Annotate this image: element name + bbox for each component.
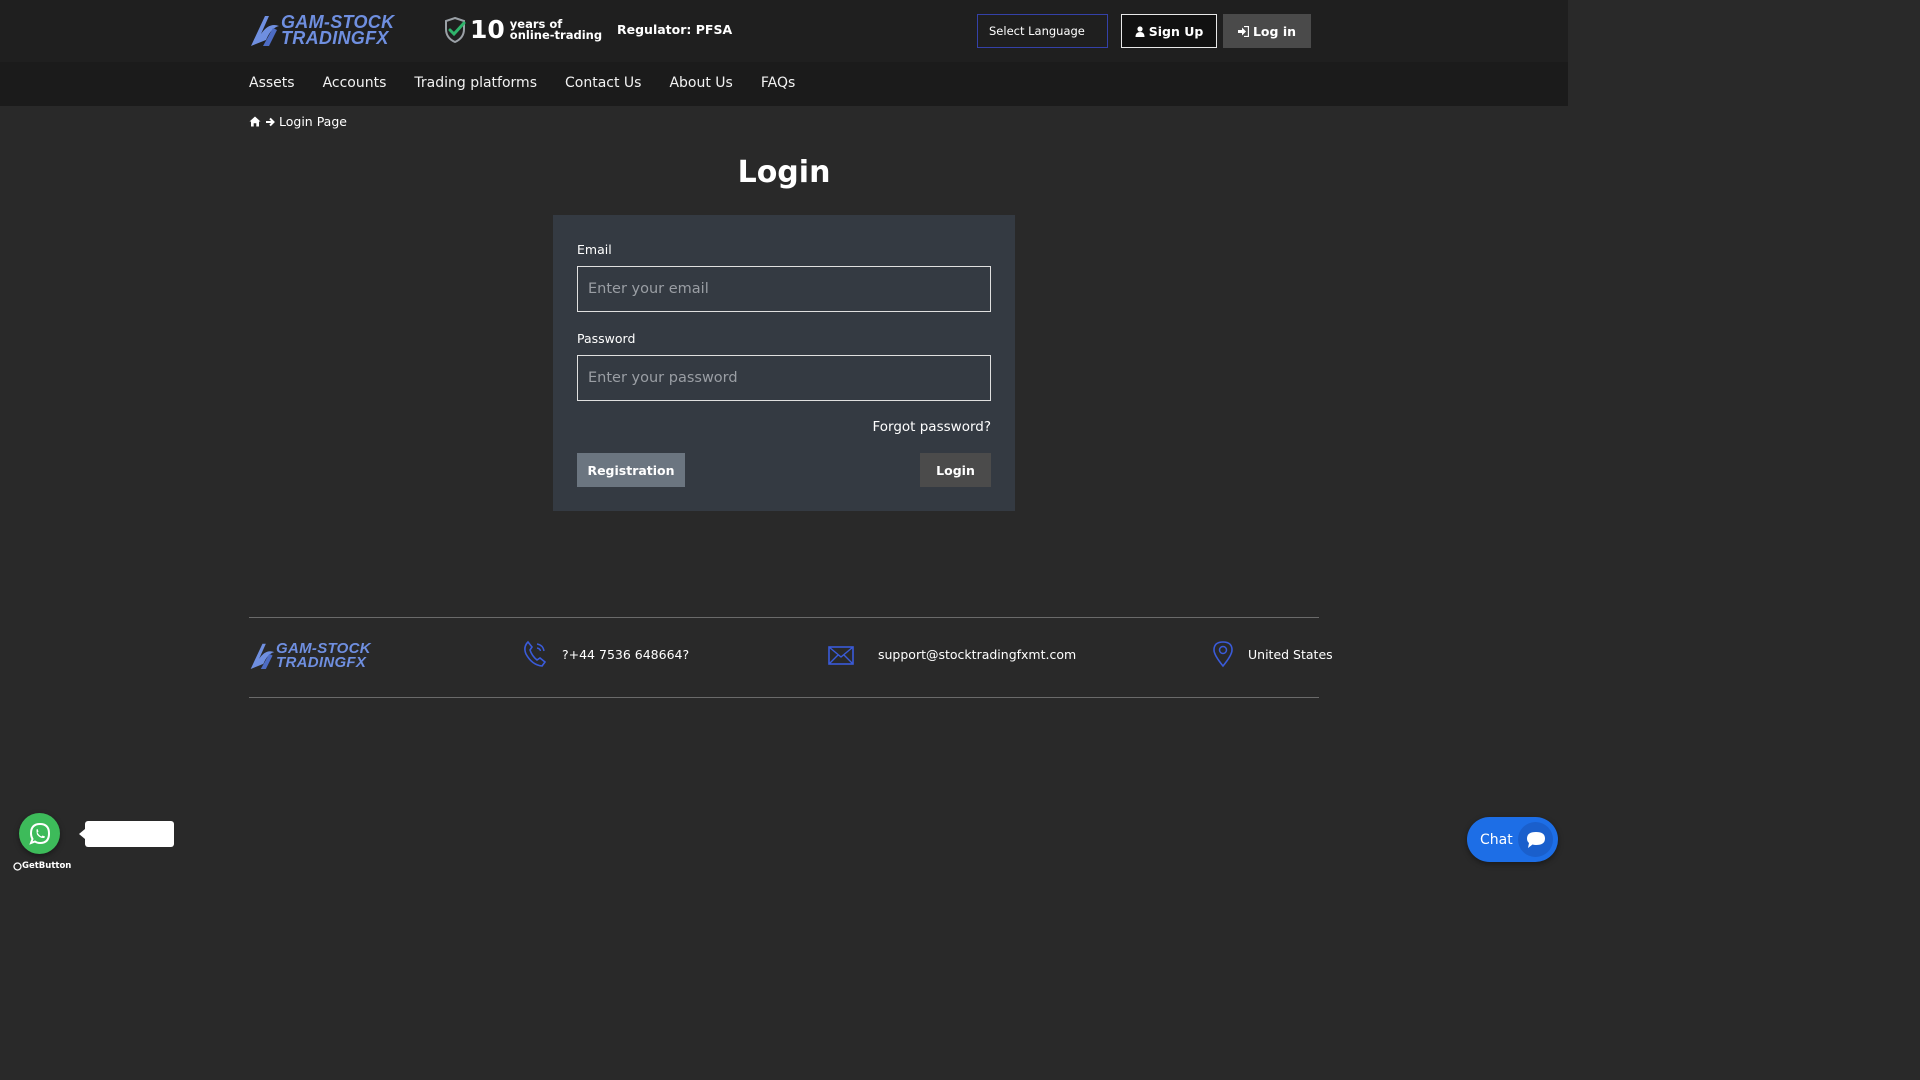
home-icon[interactable] bbox=[249, 116, 261, 127]
footer-location-text: United States bbox=[1248, 646, 1333, 662]
nav-item-trading-platforms[interactable]: Trading platforms bbox=[414, 75, 537, 91]
getbutton-credit[interactable]: GetButton bbox=[13, 861, 71, 871]
chat-widget-button[interactable]: Chat bbox=[1467, 817, 1558, 862]
footer-logo-text: GAM-STOCK TRADINGFX bbox=[276, 641, 371, 671]
password-field[interactable] bbox=[577, 355, 991, 401]
sign-up-button[interactable]: Sign Up bbox=[1121, 14, 1217, 48]
chat-bubble-icon bbox=[1526, 831, 1545, 848]
footer-phone-text[interactable]: ?+44 7536 648664? bbox=[562, 647, 689, 662]
breadcrumb: Login Page bbox=[249, 114, 347, 129]
experience-label: years of online-trading bbox=[509, 18, 603, 42]
shield-check-icon bbox=[445, 17, 466, 43]
getbutton-icon bbox=[13, 861, 22, 871]
chat-icon-wrap bbox=[1518, 822, 1553, 857]
top-header: GAM-STOCK TRADINGFX 10 years of online-t… bbox=[0, 0, 1568, 62]
sign-in-icon bbox=[1237, 25, 1249, 37]
email-label: Email bbox=[577, 242, 612, 257]
email-field[interactable] bbox=[577, 266, 991, 312]
footer-logo-line-2: TRADINGFX bbox=[276, 653, 367, 671]
logo-text: GAM-STOCK TRADINGFX bbox=[281, 13, 394, 48]
footer-divider-bottom bbox=[249, 697, 1319, 698]
arrow-right-icon bbox=[266, 117, 275, 126]
login-submit-button[interactable]: Login bbox=[920, 453, 991, 487]
envelope-icon bbox=[828, 646, 854, 665]
registration-button[interactable]: Registration bbox=[577, 453, 685, 487]
forgot-password-link[interactable]: Forgot password? bbox=[872, 419, 991, 435]
page-title: Login bbox=[737, 155, 831, 190]
footer-location: United States bbox=[1212, 640, 1333, 668]
footer-email-text[interactable]: support@stocktradingfxmt.com bbox=[878, 647, 1076, 662]
logo-line-2: TRADINGFX bbox=[281, 28, 389, 48]
breadcrumb-current: Login Page bbox=[279, 114, 347, 129]
whatsapp-tooltip bbox=[79, 821, 174, 847]
regulator-text: Regulator: PFSA bbox=[617, 22, 733, 37]
site-logo[interactable]: GAM-STOCK TRADINGFX bbox=[249, 12, 394, 48]
nav-item-assets[interactable]: Assets bbox=[249, 75, 295, 91]
password-label: Password bbox=[577, 331, 636, 346]
chat-label: Chat bbox=[1480, 831, 1513, 848]
login-form-card: Email Password Forgot password? Registra… bbox=[553, 215, 1015, 511]
language-select[interactable]: Select Language bbox=[977, 14, 1108, 48]
footer-phone: ?+44 7536 648664? bbox=[522, 640, 689, 668]
whatsapp-icon bbox=[28, 822, 50, 845]
experience-number: 10 bbox=[470, 15, 505, 44]
footer-email: support@stocktradingfxmt.com bbox=[828, 640, 1076, 668]
whatsapp-button[interactable] bbox=[19, 813, 60, 854]
nav-item-accounts[interactable]: Accounts bbox=[323, 75, 387, 91]
experience-badge: 10 years of online-trading bbox=[444, 16, 602, 44]
map-pin-icon bbox=[1213, 641, 1233, 668]
footer-logo[interactable]: GAM-STOCK TRADINGFX bbox=[249, 640, 371, 671]
user-icon bbox=[1135, 25, 1145, 37]
sign-up-label: Sign Up bbox=[1148, 23, 1204, 39]
nav-item-about-us[interactable]: About Us bbox=[669, 75, 732, 91]
log-in-button[interactable]: Log in bbox=[1223, 14, 1311, 48]
phone-icon bbox=[524, 640, 547, 667]
log-in-label: Log in bbox=[1252, 23, 1297, 39]
nav-item-contact-us[interactable]: Contact Us bbox=[565, 75, 641, 91]
experience-label-line-2: online-trading bbox=[509, 28, 603, 42]
getbutton-label: GetButton bbox=[22, 861, 72, 871]
footer-divider-top bbox=[249, 617, 1319, 618]
main-nav: Assets Accounts Trading platforms Contac… bbox=[0, 62, 1568, 106]
nav-item-faqs[interactable]: FAQs bbox=[761, 75, 795, 91]
